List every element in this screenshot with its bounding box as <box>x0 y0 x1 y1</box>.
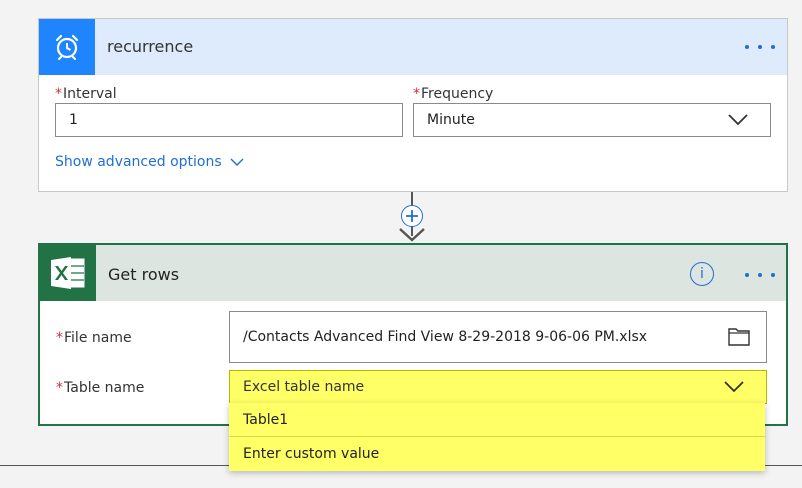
file-name-label: *File name <box>56 330 132 346</box>
interval-label: *Interval <box>55 86 117 102</box>
folder-icon[interactable] <box>728 326 750 346</box>
excel-icon <box>51 257 85 289</box>
show-advanced-options-link[interactable]: Show advanced options <box>55 154 244 170</box>
frequency-select[interactable]: Minute <box>413 103 771 137</box>
more-options-icon[interactable] <box>745 37 775 57</box>
required-marker: * <box>56 380 63 396</box>
file-name-value: /Contacts Advanced Find View 8-29-2018 9… <box>243 329 648 345</box>
add-step-icon[interactable] <box>401 205 423 227</box>
chevron-down-icon <box>724 381 744 393</box>
table-name-label: *Table name <box>56 380 145 396</box>
required-marker: * <box>56 330 63 346</box>
chevron-down-icon <box>230 158 244 166</box>
recurrence-header[interactable]: recurrence <box>39 19 787 75</box>
interval-value: 1 <box>69 112 78 128</box>
chevron-down-icon <box>728 114 748 126</box>
recurrence-title: recurrence <box>107 37 194 56</box>
recurrence-icon-box <box>39 19 95 75</box>
required-marker: * <box>55 86 62 102</box>
arrow-down-icon <box>399 228 425 242</box>
alarm-clock-icon <box>55 34 79 60</box>
get-rows-title: Get rows <box>108 265 180 284</box>
table-name-select[interactable]: Excel table name <box>229 370 767 404</box>
dropdown-option-table1[interactable]: Table1 <box>229 403 765 437</box>
table-name-dropdown: Table1 Enter custom value <box>229 403 765 471</box>
more-options-icon[interactable] <box>745 265 775 285</box>
get-rows-card: Get rows i *File name /Contacts Advanced… <box>38 243 788 426</box>
get-rows-header[interactable]: Get rows i <box>40 245 786 301</box>
recurrence-card: recurrence *Interval 1 *Frequency Minute… <box>38 18 788 192</box>
file-name-input[interactable]: /Contacts Advanced Find View 8-29-2018 9… <box>229 311 767 363</box>
interval-input[interactable]: 1 <box>55 103 403 137</box>
info-icon[interactable]: i <box>690 262 714 286</box>
required-marker: * <box>413 86 420 102</box>
excel-icon-box <box>40 245 96 301</box>
frequency-value: Minute <box>427 112 475 128</box>
dropdown-option-custom-value[interactable]: Enter custom value <box>229 437 765 471</box>
frequency-label: *Frequency <box>413 86 494 102</box>
table-name-placeholder: Excel table name <box>243 379 365 395</box>
